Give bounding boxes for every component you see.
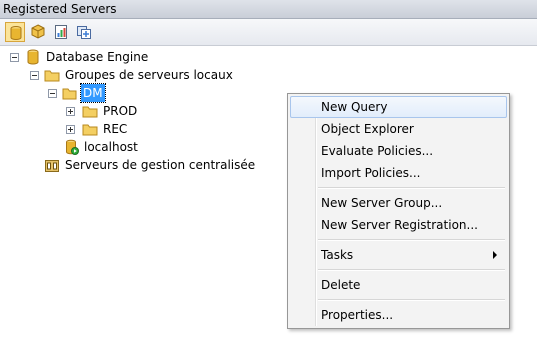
tree-node-rec[interactable]: REC (0, 120, 140, 138)
folder-icon (44, 70, 60, 82)
menu-item-label: Object Explorer (321, 122, 414, 136)
submenu-arrow-icon (493, 251, 497, 259)
expand-toggle[interactable] (66, 125, 75, 134)
database-engine-icon (10, 26, 22, 40)
collapse-toggle[interactable] (30, 71, 39, 80)
menu-item-label: New Query (321, 100, 388, 114)
tree-node-dm[interactable]: DM (0, 83, 110, 103)
menu-separator (318, 299, 505, 301)
menu-item-label: Import Policies... (321, 166, 421, 180)
menu-item-label: Delete (321, 278, 361, 292)
menu-item-delete[interactable]: Delete (290, 274, 507, 296)
tree-node-local-groups[interactable]: Groupes de serveurs locaux (0, 66, 260, 84)
tree-node-label: localhost (84, 140, 138, 154)
menu-item-tasks[interactable]: Tasks (290, 244, 507, 266)
tree-node-localhost[interactable]: localhost (0, 138, 150, 156)
collapse-toggle[interactable] (10, 53, 19, 62)
reporting-services-button[interactable] (51, 22, 71, 42)
menu-item-label: New Server Registration... (321, 218, 478, 232)
tree-node-label: REC (103, 122, 128, 136)
tree-node-prod[interactable]: PROD (0, 102, 140, 120)
menu-item-new-server-group[interactable]: New Server Group... (290, 192, 507, 214)
menu-item-evaluate-policies[interactable]: Evaluate Policies... (290, 140, 507, 162)
menu-item-label: New Server Group... (321, 196, 443, 210)
database-engine-button[interactable] (5, 22, 25, 42)
menu-item-label: Tasks (321, 248, 354, 262)
menu-item-import-policies[interactable]: Import Policies... (290, 162, 507, 184)
menu-item-new-server-registration[interactable]: New Server Registration... (290, 214, 507, 236)
tree-node-label: Groupes de serveurs locaux (65, 68, 233, 82)
folder-icon (82, 124, 98, 136)
menu-separator (318, 187, 505, 189)
integration-services-icon (77, 26, 91, 39)
tree-node-label: Database Engine (46, 50, 149, 64)
menu-separator (318, 239, 505, 241)
reporting-services-icon (55, 25, 67, 39)
central-management-servers-icon (45, 160, 59, 172)
toolbar (0, 19, 537, 46)
menu-item-label: Properties... (321, 308, 394, 322)
tree-node-label: DM (80, 83, 106, 103)
tree-node-label: PROD (103, 104, 138, 118)
analysis-services-icon (31, 24, 45, 39)
tree-node-database-engine[interactable]: Database Engine (0, 48, 200, 66)
tree-node-central-management[interactable]: Serveurs de gestion centralisée (0, 156, 280, 174)
menu-item-new-query[interactable]: New Query (290, 96, 507, 118)
folder-open-icon (62, 88, 77, 100)
menu-item-object-explorer[interactable]: Object Explorer (290, 118, 507, 140)
menu-item-label: Evaluate Policies... (321, 144, 434, 158)
tree-node-label: Serveurs de gestion centralisée (65, 158, 256, 172)
panel-title-bar: Registered Servers (0, 0, 537, 19)
panel-title: Registered Servers (3, 2, 117, 16)
menu-separator (318, 269, 505, 271)
menu-item-properties[interactable]: Properties... (290, 304, 507, 326)
database-icon (27, 49, 39, 65)
context-menu: New Query Object Explorer Evaluate Polic… (287, 93, 510, 329)
folder-icon (82, 106, 98, 118)
expand-toggle[interactable] (66, 107, 75, 116)
server-running-icon (66, 139, 79, 155)
integration-services-button[interactable] (74, 22, 94, 42)
collapse-toggle[interactable] (48, 89, 57, 98)
analysis-services-button[interactable] (28, 22, 48, 42)
